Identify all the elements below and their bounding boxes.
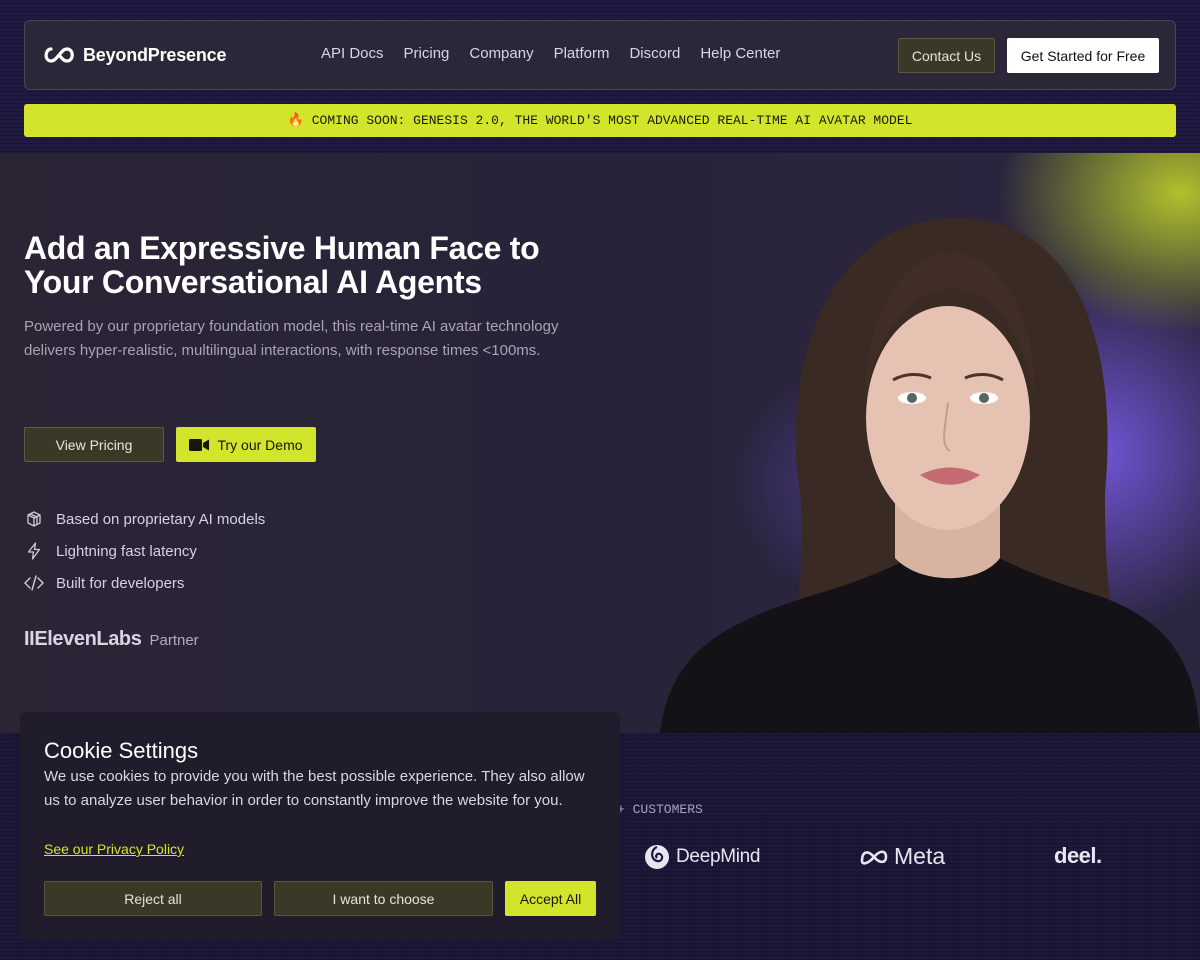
feature-text: Based on proprietary AI models [56,510,266,528]
nav-link-company[interactable]: Company [469,45,533,63]
feature-text: Built for developers [56,574,185,592]
feature-item: Lightning fast latency [24,535,265,567]
nav-link-api-docs[interactable]: API Docs [321,45,384,63]
announcement-bar[interactable]: 🔥 COMING SOON: GENESIS 2.0, THE WORLD'S … [24,104,1176,137]
fire-icon: 🔥 [287,113,304,128]
nav-link-platform[interactable]: Platform [554,45,610,63]
brand-logo[interactable]: BeyondPresence [41,43,226,67]
feature-list: Based on proprietary AI models Lightning… [24,503,265,599]
nav-link-help-center[interactable]: Help Center [700,45,780,63]
try-demo-button[interactable]: Try our Demo [176,427,316,462]
cube-icon [24,509,44,529]
nav-link-discord[interactable]: Discord [629,45,680,63]
announcement-text: COMING SOON: GENESIS 2.0, THE WORLD'S MO… [311,113,913,128]
meta-infinity-icon [860,849,888,865]
code-icon [24,573,44,593]
accept-all-button[interactable]: Accept All [505,881,596,916]
view-pricing-button[interactable]: View Pricing [24,427,164,462]
navbar: BeyondPresence API Docs Pricing Company … [24,20,1176,90]
infinity-link-icon [44,47,74,63]
nav-link-pricing[interactable]: Pricing [404,45,450,63]
deel-logo: deel. [1054,843,1102,869]
privacy-policy-link[interactable]: See our Privacy Policy [44,841,184,857]
lightning-icon [24,541,44,561]
deepmind-logo: DeepMind [644,843,761,871]
cookie-dialog: Cookie Settings We use cookies to provid… [20,712,620,940]
hero-subtitle: Powered by our proprietary foundation mo… [24,318,559,359]
feature-item: Based on proprietary AI models [24,503,265,535]
customers-label: + CUSTOMERS [617,802,703,817]
hero-title: Add an Expressive Human Face to Your Con… [24,230,540,300]
hero-section: Add an Expressive Human Face to Your Con… [0,153,1200,733]
deepmind-text: DeepMind [676,846,761,867]
partner-badge[interactable]: IIElevenLabs Partner [24,628,199,651]
deel-text: deel. [1054,843,1102,868]
choose-cookies-button[interactable]: I want to choose [274,881,493,916]
main-nav: API Docs Pricing Company Platform Discor… [321,45,800,63]
feature-text: Lightning fast latency [56,542,197,560]
avatar-video [660,217,1200,733]
try-demo-label: Try our Demo [217,436,303,453]
deepmind-mark-icon [645,845,669,869]
feature-item: Built for developers [24,567,265,599]
meta-logo: Meta [858,843,945,870]
reject-all-button[interactable]: Reject all [44,881,262,916]
get-started-button[interactable]: Get Started for Free [1007,38,1159,73]
meta-text: Meta [894,843,946,869]
cookie-title: Cookie Settings [44,738,199,763]
partner-label: Partner [149,632,199,649]
brand-name: BeyondPresence [83,44,227,65]
contact-us-button[interactable]: Contact Us [898,38,995,73]
cookie-text: We use cookies to provide you with the b… [44,768,585,809]
elevenlabs-logo: IIElevenLabs [24,628,142,650]
video-camera-icon [189,438,210,451]
